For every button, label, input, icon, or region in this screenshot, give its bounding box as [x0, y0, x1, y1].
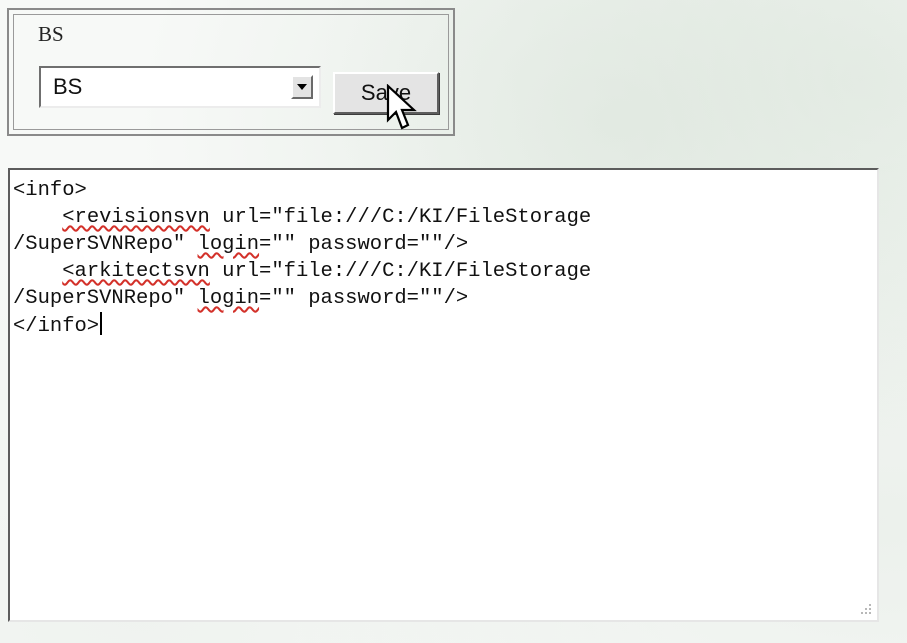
code-line: <arkitectsvn url="file:///C:/KI/FileStor… [13, 258, 591, 285]
code-line: </info> [13, 312, 591, 339]
panel-label: BS [38, 22, 64, 46]
code-line: /SuperSVNRepo" login="" password=""/> [13, 231, 591, 258]
select-value: BS [53, 74, 83, 99]
code-text: ="" password=""/> [259, 233, 469, 256]
dropdown-arrow-icon[interactable] [291, 75, 313, 99]
code-text: </info> [13, 315, 100, 338]
xml-config-textarea[interactable]: <info> <revisionsvn url="file:///C:/KI/F… [8, 168, 879, 622]
misspelled-word: <arkitectsvn [62, 260, 210, 283]
code-line: <info> [13, 177, 591, 204]
resize-grip-icon[interactable] [857, 600, 873, 616]
code-text: <info> [13, 179, 87, 202]
text-caret [100, 312, 103, 335]
code-text: /SuperSVNRepo" [13, 233, 198, 256]
code-text: /SuperSVNRepo" [13, 287, 198, 310]
code-text: url="file:///C:/KI/FileStorage [209, 206, 592, 229]
misspelled-word: login [197, 233, 260, 256]
misspelled-word: login [197, 287, 260, 310]
mouse-pointer-icon [386, 84, 417, 130]
code-text: url="file:///C:/KI/FileStorage [209, 260, 592, 283]
code-line: <revisionsvn url="file:///C:/KI/FileStor… [13, 204, 591, 231]
repository-select[interactable]: BS [39, 66, 321, 108]
code-text: ="" password=""/> [259, 287, 469, 310]
code-line: /SuperSVNRepo" login="" password=""/> [13, 285, 591, 312]
misspelled-word: <revisionsvn [62, 206, 210, 229]
xml-code: <info> <revisionsvn url="file:///C:/KI/F… [13, 177, 591, 339]
